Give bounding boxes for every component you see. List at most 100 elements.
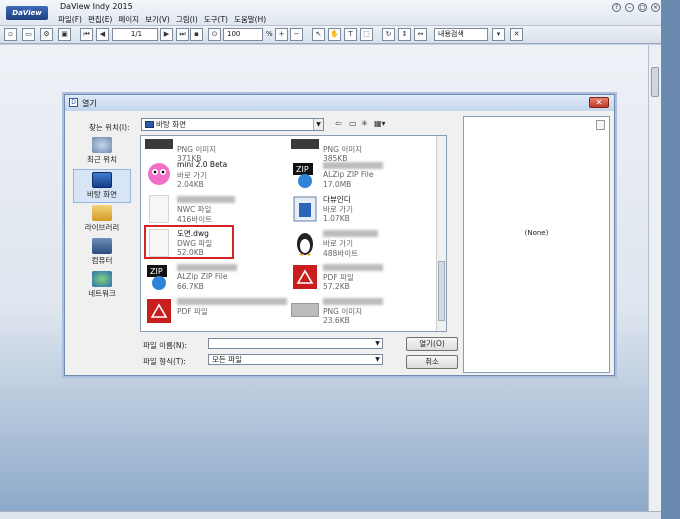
view-menu-icon[interactable]: ▦▾ [374,119,386,128]
penguin-shortcut-icon [291,229,319,257]
select-icon[interactable]: ⬚ [360,28,373,41]
fit-width-icon[interactable]: ↔ [414,28,427,41]
image-thumbnail-icon [145,139,173,149]
file-list[interactable]: PNG 이미지 371KB mini 2.0 Beta 바로 가기 2.04KB… [140,135,447,332]
filetype-value: 모든 파일 [212,355,242,364]
file-name-blurred [323,228,378,237]
open-dialog: D 열기 ✕ 찾는 위치(I): 바탕 화면 ▼ ⇦ ▭ ✳ ▦▾ 최근 위치 … [64,94,615,376]
next-page-icon[interactable]: ▶ [160,28,173,41]
file-list-scrollbar[interactable] [436,136,446,331]
dialog-close-button[interactable]: ✕ [589,97,609,108]
clear-icon[interactable]: ✕ [510,28,523,41]
maximize-icon[interactable]: □ [638,3,647,12]
last-page-icon[interactable]: ⏭ [176,28,189,41]
close-icon[interactable]: × [651,3,660,12]
new-folder-icon[interactable]: ✳ [361,119,368,128]
open-icon[interactable]: ▭ [22,28,35,41]
zoom-in-icon[interactable]: + [275,28,288,41]
filetype-select[interactable]: 모든 파일 ▼ [208,354,383,365]
fit-icon[interactable]: ▪ [190,28,203,41]
menu-page[interactable]: 페이지 [118,14,139,25]
preview-text: (None) [524,229,549,237]
filename-input[interactable]: ▼ [208,338,383,349]
file-item[interactable]: 바로 가기 488바이트 [289,227,437,260]
file-type: PDF 파일 [177,307,208,316]
open-button[interactable]: 열기(O) [406,337,458,351]
zoom-field[interactable]: 100 [223,28,263,41]
chevron-down-icon[interactable]: ▼ [373,355,382,364]
rotate-icon[interactable]: ↻ [382,28,395,41]
red-highlight-box [144,225,234,259]
file-name-blurred [177,194,235,203]
image-thumbnail-icon [291,139,319,149]
dialog-title-bar: D 열기 ✕ [65,95,614,111]
pointer-icon[interactable]: ↖ [312,28,325,41]
chevron-down-icon[interactable]: ▼ [373,339,382,348]
file-size: 17.0MB [323,180,352,189]
menu-file[interactable]: 파일(F) [58,14,82,25]
place-computer[interactable]: 컴퓨터 [73,236,131,270]
file-item[interactable]: NWC 파일 416바이트 [143,193,291,226]
file-item[interactable]: mini 2.0 Beta 바로 가기 2.04KB [143,159,291,192]
file-name-blurred [323,160,383,169]
help-icon[interactable]: ? [612,3,621,12]
file-name-blurred [323,296,383,305]
computer-icon [92,238,112,254]
daview-shortcut-icon [291,195,319,223]
menu-edit[interactable]: 편집(E) [88,14,112,25]
prev-page-icon[interactable]: ◀ [96,28,109,41]
print-icon[interactable]: ▣ [58,28,71,41]
hand-icon[interactable]: ✋ [328,28,341,41]
place-network[interactable]: 네트워크 [73,269,131,303]
dialog-title: 열기 [82,99,97,108]
file-item[interactable]: ZIP ALZip ZIP File 66.7KB [143,261,291,294]
main-toolbar: ▫ ▭ ⚙ ▣ ⏮ ◀ 1/1 ▶ ⏭ ▪ ⊙ 100 % + − ↖ ✋ T … [0,26,680,44]
scroll-thumb[interactable] [438,261,445,321]
settings-icon[interactable]: ⚙ [40,28,53,41]
back-icon[interactable]: ⇦ [335,119,342,128]
menu-help[interactable]: 도움말(H) [234,14,266,25]
fit-height-icon[interactable]: ↕ [398,28,411,41]
new-icon[interactable]: ▫ [4,28,17,41]
menu-tools[interactable]: 도구(T) [204,14,228,25]
lookin-value: 바탕 화면 [156,120,186,129]
lookin-dropdown[interactable]: 바탕 화면 ▼ [141,118,324,131]
search-options-icon[interactable]: ▾ [492,28,505,41]
search-input[interactable]: 내용검색 [434,28,488,41]
file-name-blurred [177,262,237,271]
file-item[interactable]: 다뷰인디 바로 가기 1.07KB [289,193,437,226]
place-label: 네트워크 [88,289,116,298]
main-vertical-scrollbar[interactable] [648,45,661,519]
filename-label: 파일 이름(N): [143,341,187,350]
cancel-button[interactable]: 취소 [406,355,458,369]
scroll-thumb[interactable] [651,67,659,97]
svg-text:ZIP: ZIP [150,267,163,276]
place-label: 라이브러리 [84,223,120,232]
page-number-field[interactable]: 1/1 [112,28,158,41]
file-item[interactable]: PNG 이미지 23.6KB [289,295,437,328]
image-thumbnail-icon [291,303,319,317]
zoom-icon[interactable]: ⊙ [208,28,221,41]
text-icon[interactable]: T [344,28,357,41]
minimize-icon[interactable]: – [625,3,634,12]
preview-file-icon [596,120,605,130]
shortcut-icon [145,161,173,189]
places-bar: 최근 위치 바탕 화면 라이브러리 컴퓨터 네트워크 [73,135,131,335]
zoom-out-icon[interactable]: − [290,28,303,41]
up-folder-icon[interactable]: ▭ [349,119,357,128]
file-item[interactable]: PDF 파일 [143,295,291,328]
lookin-label: 찾는 위치(I): [89,123,130,132]
chevron-down-icon[interactable]: ▼ [313,119,323,130]
file-size: 23.6KB [323,316,350,325]
file-type: ALZip ZIP File [323,170,374,179]
place-libraries[interactable]: 라이브러리 [73,203,131,237]
file-size: 57.2KB [323,282,350,291]
file-item[interactable]: ZIP ALZip ZIP File 17.0MB [289,159,437,192]
file-item[interactable]: PDF 파일 57.2KB [289,261,437,294]
menu-view[interactable]: 보기(V) [145,14,170,25]
place-desktop[interactable]: 바탕 화면 [73,169,131,203]
place-recent[interactable]: 최근 위치 [73,135,131,169]
menu-image[interactable]: 그림(I) [176,14,198,25]
status-bar [0,511,661,519]
first-page-icon[interactable]: ⏮ [80,28,93,41]
